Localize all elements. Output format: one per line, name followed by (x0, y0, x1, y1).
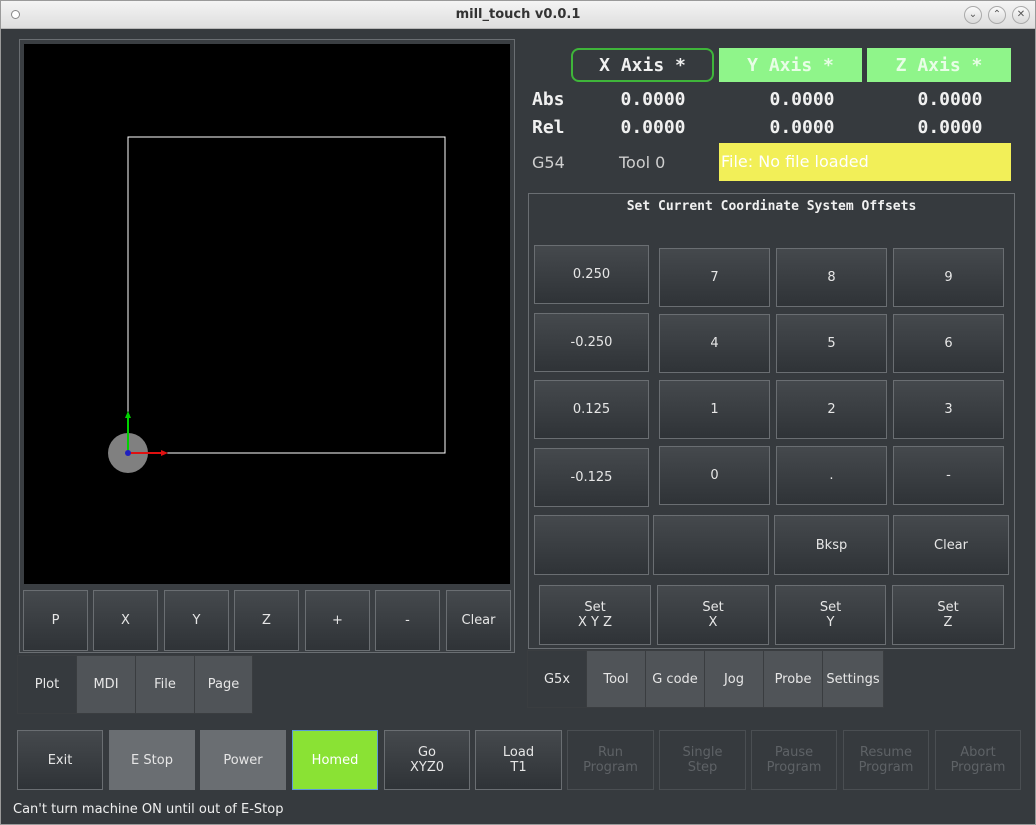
blank-button-2[interactable] (653, 515, 769, 575)
pause-program-button[interactable]: Pause Program (751, 730, 837, 790)
machine-limits-box (127, 136, 446, 454)
z-axis-selector[interactable]: Z Axis * (867, 48, 1011, 82)
plot-view-y-button[interactable]: Y (164, 590, 229, 651)
abort-program-button[interactable]: Abort Program (935, 730, 1021, 790)
increment-0250-button[interactable]: 0.250 (534, 245, 649, 304)
plot-svg (108, 136, 446, 473)
plot-view-p-button[interactable]: P (23, 590, 88, 651)
set-x-button[interactable]: Set X (657, 585, 769, 645)
keypad-decimal-button[interactable]: . (776, 446, 887, 505)
y-axis-selector[interactable]: Y Axis * (719, 48, 862, 82)
tab-jog[interactable]: Jog (704, 650, 764, 708)
plot-zoom-in-button[interactable]: + (305, 590, 370, 651)
rel-y-value: 0.0000 (769, 117, 835, 138)
offsets-panel-title: Set Current Coordinate System Offsets (626, 199, 917, 214)
keypad-minus-button[interactable]: - (893, 446, 1004, 505)
tab-probe[interactable]: Probe (763, 650, 823, 708)
keypad-3-button[interactable]: 3 (893, 380, 1004, 439)
tab-gcode[interactable]: G code (645, 650, 705, 708)
plot-zoom-out-button[interactable]: - (375, 590, 440, 651)
rel-z-value: 0.0000 (917, 117, 983, 138)
y-axis-arrow-icon (125, 411, 131, 418)
close-icon[interactable]: ✕ (1012, 6, 1030, 24)
plot-clear-button[interactable]: Clear (446, 590, 511, 651)
offsets-panel: Set Current Coordinate System Offsets 0.… (528, 193, 1015, 649)
window-title: mill_touch v0.0.1 (455, 7, 581, 22)
tab-page[interactable]: Page (194, 655, 253, 714)
load-t1-button[interactable]: Load T1 (475, 730, 562, 790)
abs-label: Abs (532, 89, 565, 110)
blank-button-1[interactable] (534, 515, 649, 575)
x-axis-arrow-icon (161, 450, 168, 456)
go-xyz0-button[interactable]: Go XYZ0 (384, 730, 470, 790)
keypad-7-button[interactable]: 7 (659, 248, 770, 307)
keypad-8-button[interactable]: 8 (776, 248, 887, 307)
main-window: mill_touch v0.0.1 ⌄ ⌃ ✕ P X Y Z + - Clea… (0, 0, 1036, 825)
title-bar: mill_touch v0.0.1 ⌄ ⌃ ✕ (1, 1, 1035, 29)
maximize-icon[interactable]: ⌃ (988, 6, 1006, 24)
plot-view-z-button[interactable]: Z (234, 590, 299, 651)
x-axis-selector[interactable]: X Axis * (571, 48, 714, 82)
power-button[interactable]: Power (200, 730, 286, 790)
keypad-2-button[interactable]: 2 (776, 380, 887, 439)
keypad-9-button[interactable]: 9 (893, 248, 1004, 307)
tab-g5x[interactable]: G5x (527, 650, 587, 708)
resume-program-button[interactable]: Resume Program (843, 730, 929, 790)
rel-label: Rel (532, 117, 565, 138)
homed-button[interactable]: Homed (292, 730, 378, 790)
estop-button[interactable]: E Stop (109, 730, 195, 790)
increment-neg-0250-button[interactable]: -0.250 (534, 313, 649, 372)
minimize-icon[interactable]: ⌄ (964, 6, 982, 24)
backspace-button[interactable]: Bksp (774, 515, 889, 575)
set-z-button[interactable]: Set Z (892, 585, 1004, 645)
single-step-button[interactable]: Single Step (659, 730, 746, 790)
abs-z-value: 0.0000 (917, 89, 983, 110)
tab-tool[interactable]: Tool (586, 650, 646, 708)
increment-0125-button[interactable]: 0.125 (534, 380, 649, 439)
tool-label: Tool 0 (619, 153, 666, 172)
tab-settings[interactable]: Settings (822, 650, 884, 708)
set-y-button[interactable]: Set Y (775, 585, 886, 645)
plot-frame: P X Y Z + - Clear (19, 39, 515, 653)
plot-view-x-button[interactable]: X (93, 590, 158, 651)
increment-neg-0125-button[interactable]: -0.125 (534, 448, 649, 507)
abs-y-value: 0.0000 (769, 89, 835, 110)
status-bar-message: Can't turn machine ON until out of E-Sto… (13, 802, 284, 817)
coord-system-label: G54 (532, 153, 565, 172)
origin-dot (125, 450, 131, 456)
run-program-button[interactable]: Run Program (567, 730, 654, 790)
keypad-clear-button[interactable]: Clear (893, 515, 1009, 575)
keypad-0-button[interactable]: 0 (659, 446, 770, 505)
loaded-file-label: File: No file loaded (719, 143, 1011, 181)
rel-x-value: 0.0000 (620, 117, 686, 138)
keypad-6-button[interactable]: 6 (893, 314, 1004, 373)
keypad-5-button[interactable]: 5 (776, 314, 887, 373)
keypad-4-button[interactable]: 4 (659, 314, 770, 373)
exit-button[interactable]: Exit (17, 730, 103, 790)
set-xyz-button[interactable]: Set X Y Z (539, 585, 651, 645)
abs-x-value: 0.0000 (620, 89, 686, 110)
toolpath-plot[interactable] (24, 44, 510, 584)
tab-plot[interactable]: Plot (17, 655, 77, 714)
keypad-1-button[interactable]: 1 (659, 380, 770, 439)
tab-mdi[interactable]: MDI (76, 655, 136, 714)
tab-file[interactable]: File (135, 655, 195, 714)
